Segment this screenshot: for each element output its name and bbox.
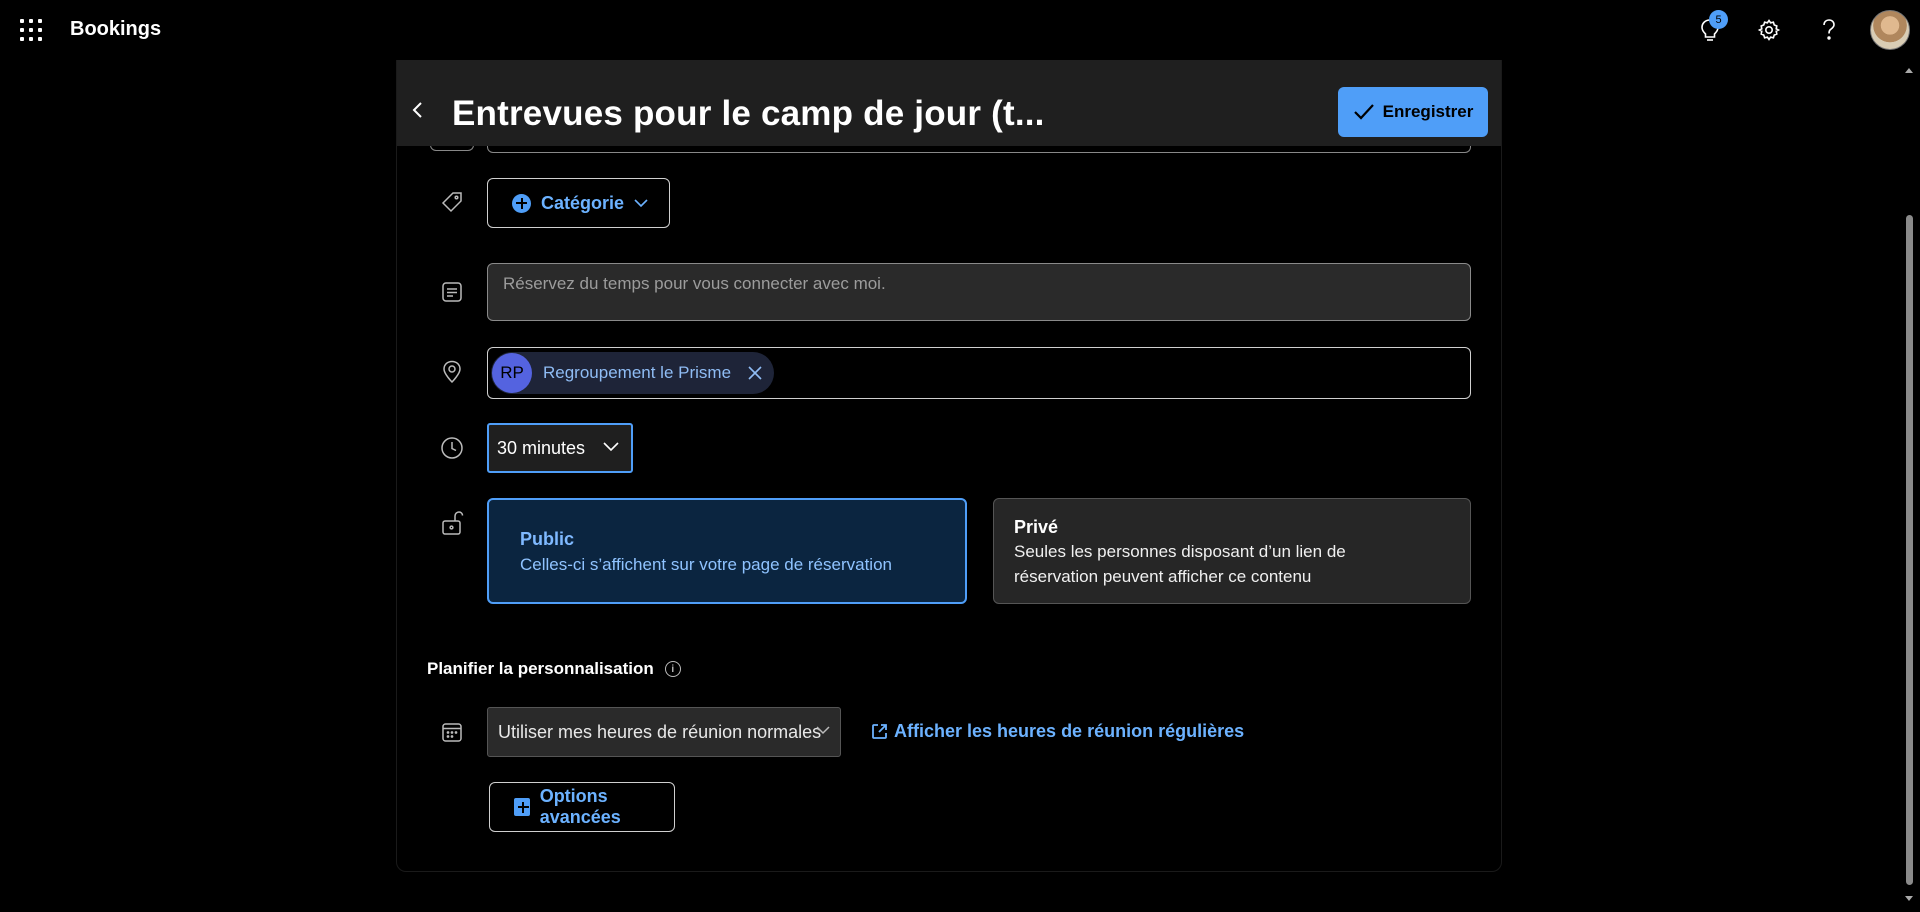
view-regular-hours-label: Afficher les heures de réunion régulière… [894, 721, 1245, 741]
remove-location-icon[interactable] [747, 365, 763, 381]
notification-badge: 5 [1709, 10, 1728, 29]
duration-value: 30 minutes [497, 437, 586, 458]
description-input[interactable]: Réservez du temps pour vous connecter av… [487, 263, 1471, 321]
scroll-up-icon[interactable] [1905, 68, 1913, 73]
checkmark-icon [1353, 104, 1374, 120]
save-button-label: Enregistrer [1382, 102, 1474, 121]
clock-icon [439, 435, 465, 461]
meeting-hours-select[interactable]: Utiliser mes heures de réunion normales [487, 707, 841, 757]
advanced-options-button[interactable]: Options avancées [489, 782, 675, 832]
visibility-private-option[interactable]: Privé Seules les personnes disposant d’u… [993, 498, 1471, 604]
open-external-icon [872, 724, 887, 739]
advanced-options-label: Options avancées [539, 786, 621, 827]
text-description-icon [439, 279, 465, 305]
top-bar: Bookings 5 [0, 0, 1920, 60]
back-button[interactable] [407, 98, 429, 122]
service-editor-card: Entrevues pour le camp de jour (t... Enr… [396, 60, 1502, 872]
location-avatar: RP [492, 353, 532, 393]
chevron-left-icon [412, 102, 422, 118]
info-icon[interactable]: i [664, 661, 681, 677]
help-icon[interactable] [1813, 14, 1845, 46]
visibility-private-title: Privé [1014, 517, 1059, 537]
add-circle-icon [512, 193, 531, 213]
tag-icon [439, 189, 465, 215]
calendar-icon [439, 719, 465, 745]
visibility-public-option[interactable]: Public Celles-ci s’affichent sur votre p… [487, 498, 967, 604]
location-name: Regroupement le Prisme [543, 363, 732, 382]
page-title: Entrevues pour le camp de jour (t... [452, 94, 1045, 133]
view-regular-hours-link[interactable]: Afficher les heures de réunion régulière… [871, 721, 1244, 742]
visibility-private-description: Seules les personnes disposant d’un lien… [1014, 539, 1450, 589]
duration-select[interactable]: 30 minutes [487, 423, 633, 473]
user-avatar[interactable] [1870, 10, 1910, 50]
meeting-hours-value: Utiliser mes heures de réunion normales [498, 721, 822, 742]
visibility-public-title: Public [520, 529, 575, 549]
save-button[interactable]: Enregistrer [1338, 87, 1488, 137]
app-launcher-icon[interactable] [18, 17, 42, 41]
add-square-icon [514, 798, 530, 816]
visibility-private-description-line1: Seules les personnes disposant d’un lien… [1014, 542, 1346, 561]
visibility-public-description: Celles-ci s’affichent sur votre page de … [520, 555, 892, 574]
gear-icon[interactable] [1753, 14, 1785, 46]
visibility-private-description-line2: réservation peuvent afficher ce contenu [1014, 567, 1312, 586]
category-label: Catégorie [541, 192, 625, 213]
chevron-down-icon [816, 726, 830, 735]
category-button[interactable]: Catégorie [487, 178, 670, 228]
location-input[interactable]: RP Regroupement le Prisme [487, 347, 1471, 399]
location-chip[interactable]: RP Regroupement le Prisme [491, 352, 774, 394]
scroll-down-icon[interactable] [1905, 896, 1913, 901]
card-header: Entrevues pour le camp de jour (t... Enr… [397, 60, 1501, 146]
page-scrollbar[interactable] [1899, 60, 1920, 912]
location-pin-icon [439, 359, 465, 385]
app-name: Bookings [70, 18, 162, 40]
schedule-section-label: Planifier la personnalisation [427, 659, 654, 678]
scroll-thumb[interactable] [1906, 215, 1913, 885]
chevron-down-icon [634, 198, 648, 207]
unlock-icon [439, 510, 465, 536]
chevron-down-icon [603, 442, 619, 452]
schedule-section-title: Planifier la personnalisation i [427, 659, 681, 679]
